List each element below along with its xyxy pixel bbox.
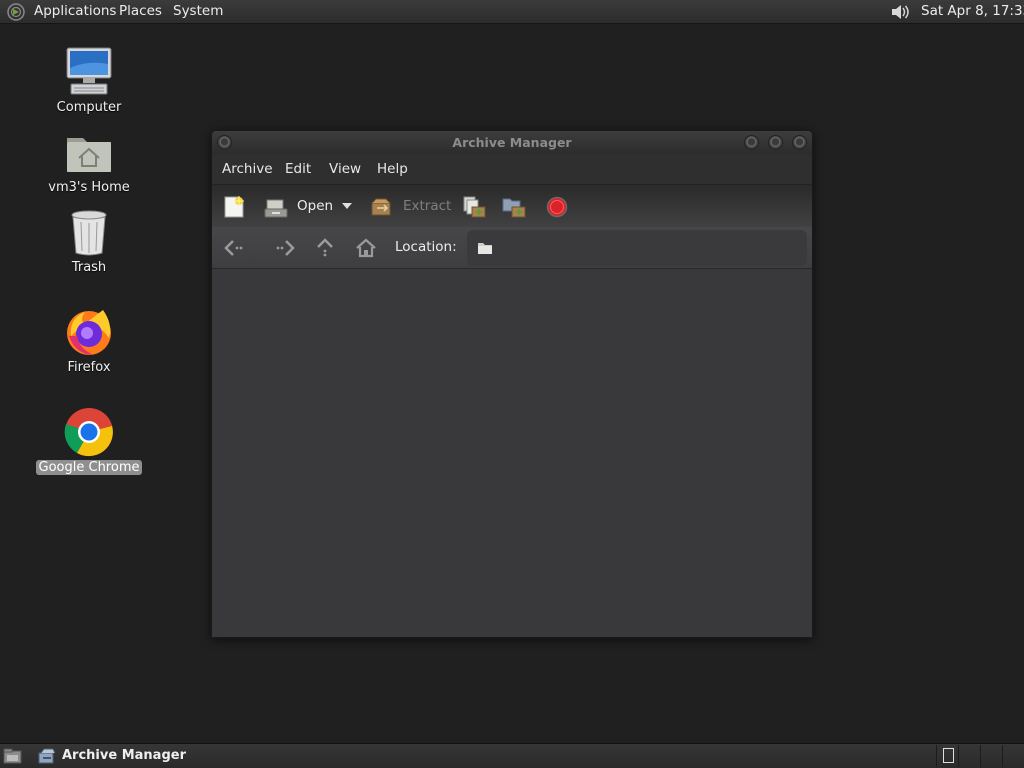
forward-arrow-icon[interactable] xyxy=(273,236,297,260)
window-title: Archive Manager xyxy=(452,135,572,150)
system-menu[interactable]: System xyxy=(173,3,223,19)
extract-icon xyxy=(371,198,391,216)
stop-icon[interactable] xyxy=(545,195,569,219)
trash-icon xyxy=(71,210,107,256)
desktop-icon-computer[interactable]: Computer xyxy=(34,46,144,115)
maximize-button[interactable] xyxy=(768,135,783,150)
desktop-icon-label: Computer xyxy=(56,100,122,115)
taskbar-item-label: Archive Manager xyxy=(62,748,186,763)
home-folder-icon xyxy=(67,138,111,172)
workspace-2[interactable] xyxy=(958,745,980,767)
workspace-window-indicator xyxy=(943,748,954,763)
archive-manager-icon xyxy=(38,748,56,764)
home-icon[interactable] xyxy=(354,236,378,260)
close-button[interactable] xyxy=(792,135,807,150)
menu-archive[interactable]: Archive xyxy=(222,161,273,177)
desktop-icon-label: Trash xyxy=(71,260,107,275)
computer-icon xyxy=(66,47,112,95)
window-titlebar[interactable]: Archive Manager xyxy=(212,131,812,154)
desktop-icon-label: vm3's Home xyxy=(48,180,130,195)
folder-icon xyxy=(478,243,492,254)
toolbar: Open Extract xyxy=(212,184,812,227)
desktop-icon-chrome[interactable]: Google Chrome xyxy=(34,406,144,475)
open-button-label[interactable]: Open xyxy=(297,198,333,214)
chrome-icon xyxy=(64,408,113,457)
desktop-icon-label: Google Chrome xyxy=(35,460,143,475)
menu-help[interactable]: Help xyxy=(377,161,408,177)
top-panel: Applications Places System Sat Apr 8, 17… xyxy=(0,0,1024,24)
chevron-down-icon[interactable] xyxy=(341,202,353,210)
desktop-icon-home[interactable]: vm3's Home xyxy=(34,126,144,195)
menubar: Archive Edit View Help xyxy=(212,154,812,184)
workspace-4[interactable] xyxy=(1002,745,1024,767)
minimize-button[interactable] xyxy=(744,135,759,150)
bottom-taskbar: Archive Manager xyxy=(0,743,1024,768)
menu-edit[interactable]: Edit xyxy=(285,161,311,177)
add-files-icon xyxy=(463,196,486,218)
desktop-icon-firefox[interactable]: Firefox xyxy=(34,306,144,375)
workspace-3[interactable] xyxy=(980,745,1002,767)
location-label: Location: xyxy=(395,239,457,255)
taskbar-item-archive-manager[interactable]: Archive Manager xyxy=(34,745,214,767)
desktop-icon-label: Firefox xyxy=(67,360,111,375)
desktop-icon-trash[interactable]: Trash xyxy=(34,206,144,275)
add-folder-icon xyxy=(502,198,526,218)
open-archive-icon[interactable] xyxy=(264,195,288,219)
location-field[interactable] xyxy=(467,230,807,266)
location-bar: Location: xyxy=(212,227,812,269)
firefox-icon xyxy=(67,310,111,355)
panel-clock[interactable]: Sat Apr 8, 17:33 xyxy=(921,3,1024,19)
places-menu[interactable]: Places xyxy=(119,3,162,19)
menu-view[interactable]: View xyxy=(329,161,361,177)
distro-logo-icon[interactable] xyxy=(6,3,26,21)
back-arrow-icon[interactable] xyxy=(222,236,246,260)
workspace-1[interactable] xyxy=(936,745,958,767)
extract-button-label: Extract xyxy=(403,198,452,214)
archive-manager-window: Archive Manager Archive Edit View Help O… xyxy=(211,130,813,638)
show-desktop-icon[interactable] xyxy=(3,748,22,764)
applications-menu[interactable]: Applications xyxy=(34,3,116,19)
archive-content-area[interactable] xyxy=(212,270,812,637)
up-arrow-icon[interactable] xyxy=(313,236,337,260)
new-archive-icon[interactable] xyxy=(222,195,246,219)
volume-icon[interactable] xyxy=(889,2,911,22)
